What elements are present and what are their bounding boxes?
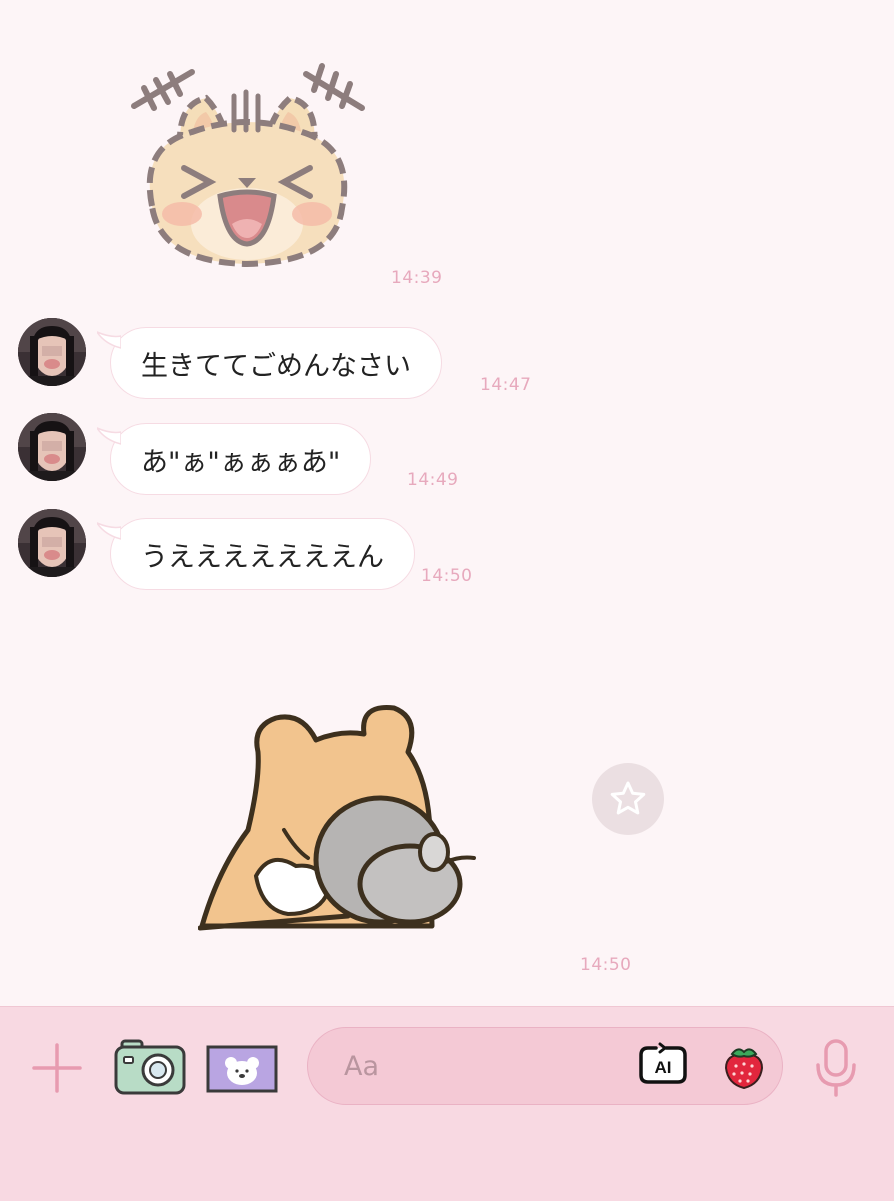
ai-button[interactable]: AI	[638, 1042, 688, 1088]
hamster-hugging-ball-sticker[interactable]	[197, 700, 480, 932]
message-text: うえええええええん	[141, 541, 384, 573]
microphone-icon	[816, 1039, 856, 1097]
avatar[interactable]	[18, 318, 86, 386]
emoji-button[interactable]	[722, 1044, 766, 1090]
message-bubble[interactable]: あ"ぁ"ぁぁぁあ"	[97, 423, 372, 495]
message-bubble[interactable]: うえええええええん	[97, 518, 415, 590]
composer-bar: AI	[0, 1006, 894, 1201]
star-icon	[610, 781, 646, 815]
timestamp: 14:39	[391, 268, 443, 288]
voice-button[interactable]	[814, 1039, 858, 1097]
plus-icon	[32, 1043, 82, 1093]
camera-button[interactable]	[114, 1037, 186, 1097]
message-bubble[interactable]: 生きててごめんなさい	[97, 327, 442, 399]
timestamp: 14:49	[407, 470, 459, 490]
laughing-cat-sticker[interactable]	[122, 56, 372, 278]
bear-image-icon	[206, 1045, 278, 1093]
camera-icon	[114, 1039, 186, 1095]
avatar[interactable]	[18, 413, 86, 481]
strawberry-icon	[724, 1048, 764, 1090]
timestamp: 14:50	[580, 955, 632, 975]
message-text: あ"ぁ"ぁぁぁあ"	[141, 446, 341, 478]
ai-icon: AI	[639, 1042, 687, 1084]
timestamp: 14:47	[480, 375, 532, 395]
favorite-sticker-button[interactable]	[592, 763, 664, 835]
avatar[interactable]	[18, 509, 86, 577]
message-text: 生きててごめんなさい	[141, 350, 411, 382]
message-input-container: AI	[307, 1027, 783, 1105]
ai-label: AI	[655, 1058, 672, 1077]
chat-area: 14:39 生きててごめんなさい 14:47 あ"ぁ"ぁぁぁあ" 14:49 う…	[0, 0, 894, 1006]
image-button[interactable]	[206, 1045, 278, 1093]
timestamp: 14:50	[421, 566, 473, 586]
plus-button[interactable]	[32, 1043, 82, 1093]
message-input[interactable]	[342, 1028, 626, 1105]
